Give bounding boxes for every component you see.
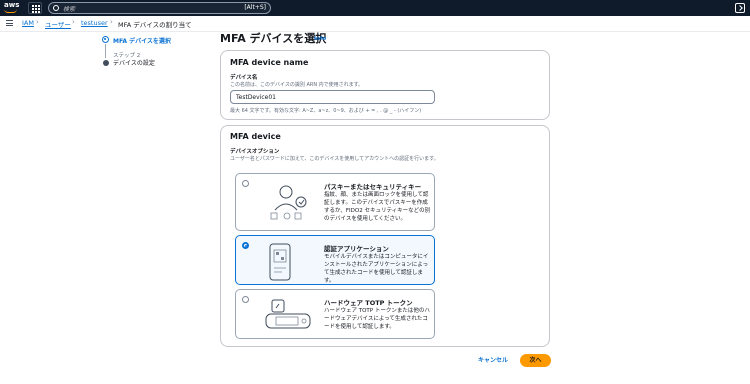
page-title: MFA デバイスを選択	[220, 32, 327, 45]
step-1-label[interactable]: MFA デバイスを選択	[113, 36, 171, 45]
cancel-button[interactable]: キャンセル	[478, 355, 508, 364]
breadcrumb-testuser[interactable]: testuser	[81, 19, 108, 27]
option-authenticator-app[interactable]: 認証アプリケーション モバイルデバイスまたはコンピュータにインストールされたアプ…	[235, 235, 435, 285]
option-authenticator-app-title: 認証アプリケーション	[324, 245, 389, 253]
aws-smile-icon	[4, 9, 17, 13]
chevron-right-icon: ›	[72, 18, 75, 26]
option-hardware-token[interactable]: ハードウェア TOTP トークン ハードウェア TOTP トークンまたは他のハー…	[235, 289, 435, 339]
device-options-label: デバイスオプション	[230, 149, 280, 155]
breadcrumb-users[interactable]: ユーザー	[45, 19, 71, 29]
breadcrumb-current: MFA デバイスの割り当て	[118, 21, 192, 29]
services-menu-button[interactable]	[28, 2, 42, 14]
mfa-device-heading: MFA device	[230, 132, 281, 141]
radio-authenticator-app[interactable]	[242, 242, 249, 249]
option-passkey[interactable]: パスキーまたはセキュリティキー 指紋、顔、または画面ロックを使用して認証します。…	[235, 173, 435, 231]
radio-passkey[interactable]	[242, 180, 249, 187]
top-navigation: aws 検索 [Alt+S]	[0, 0, 750, 16]
option-hardware-token-description: ハードウェア TOTP トークンまたは他のハードウェアデバイスによって生成された…	[324, 308, 430, 330]
step-connector	[105, 44, 106, 58]
breadcrumb-iam[interactable]: IAM	[22, 19, 34, 27]
radio-hardware-token[interactable]	[242, 296, 249, 303]
authenticator-app-illustration	[258, 242, 318, 286]
search-input[interactable]: 検索 [Alt+S]	[48, 2, 271, 14]
option-authenticator-app-description: モバイルデバイスまたはコンピュータにインストールされたアプリケーションによって生…	[324, 254, 429, 284]
next-button[interactable]: 次へ	[520, 354, 551, 367]
step-2-label: デバイスの設定	[113, 60, 155, 67]
search-placeholder: 検索	[63, 6, 76, 13]
step-pending-icon	[103, 60, 109, 66]
option-passkey-title: パスキーまたはセキュリティキー	[324, 183, 422, 191]
chevron-right-icon: ›	[110, 18, 113, 26]
device-name-hint: 最大 64 文字です。有効な文字: A~Z、a~z、0~9、および + = , …	[230, 108, 422, 114]
passkey-illustration	[258, 180, 318, 224]
hardware-token-illustration	[258, 296, 318, 340]
step-current-icon	[102, 36, 109, 43]
search-icon	[53, 5, 59, 11]
device-name-heading: MFA device name	[230, 58, 309, 67]
option-passkey-description: 指紋、顔、または画面ロックを使用して認証します。このデバイスでパスキーを作成する…	[324, 192, 431, 222]
aws-logo[interactable]: aws	[4, 1, 19, 9]
cloudshell-icon[interactable]	[735, 3, 745, 13]
device-name-label: デバイス名	[230, 75, 258, 81]
device-options-description: ユーザー名とパスワードに加えて、このデバイスを使用してアカウントへの認証を行いま…	[230, 156, 439, 162]
device-name-card: MFA device name デバイス名 この名前は、このデバイスの識別 AR…	[220, 50, 550, 120]
breadcrumb: IAM › ユーザー › testuser › MFA デバイスの割り当て	[0, 16, 750, 32]
wizard-steps: MFA デバイスを選択 ステップ 2 デバイスの設定	[100, 32, 210, 72]
search-shortcut: [Alt+S]	[244, 4, 266, 11]
menu-icon[interactable]	[6, 20, 13, 26]
chevron-right-icon: ›	[36, 18, 39, 26]
option-hardware-token-title: ハードウェア TOTP トークン	[324, 299, 413, 307]
mfa-device-card: MFA device デバイスオプション ユーザー名とパスワードに加えて、このデ…	[220, 125, 550, 347]
device-name-description: この名前は、このデバイスの識別 ARN 内で使用されます。	[230, 82, 364, 88]
device-name-input[interactable]: TestDevice01	[230, 90, 435, 104]
info-link[interactable]: Info	[314, 36, 326, 42]
